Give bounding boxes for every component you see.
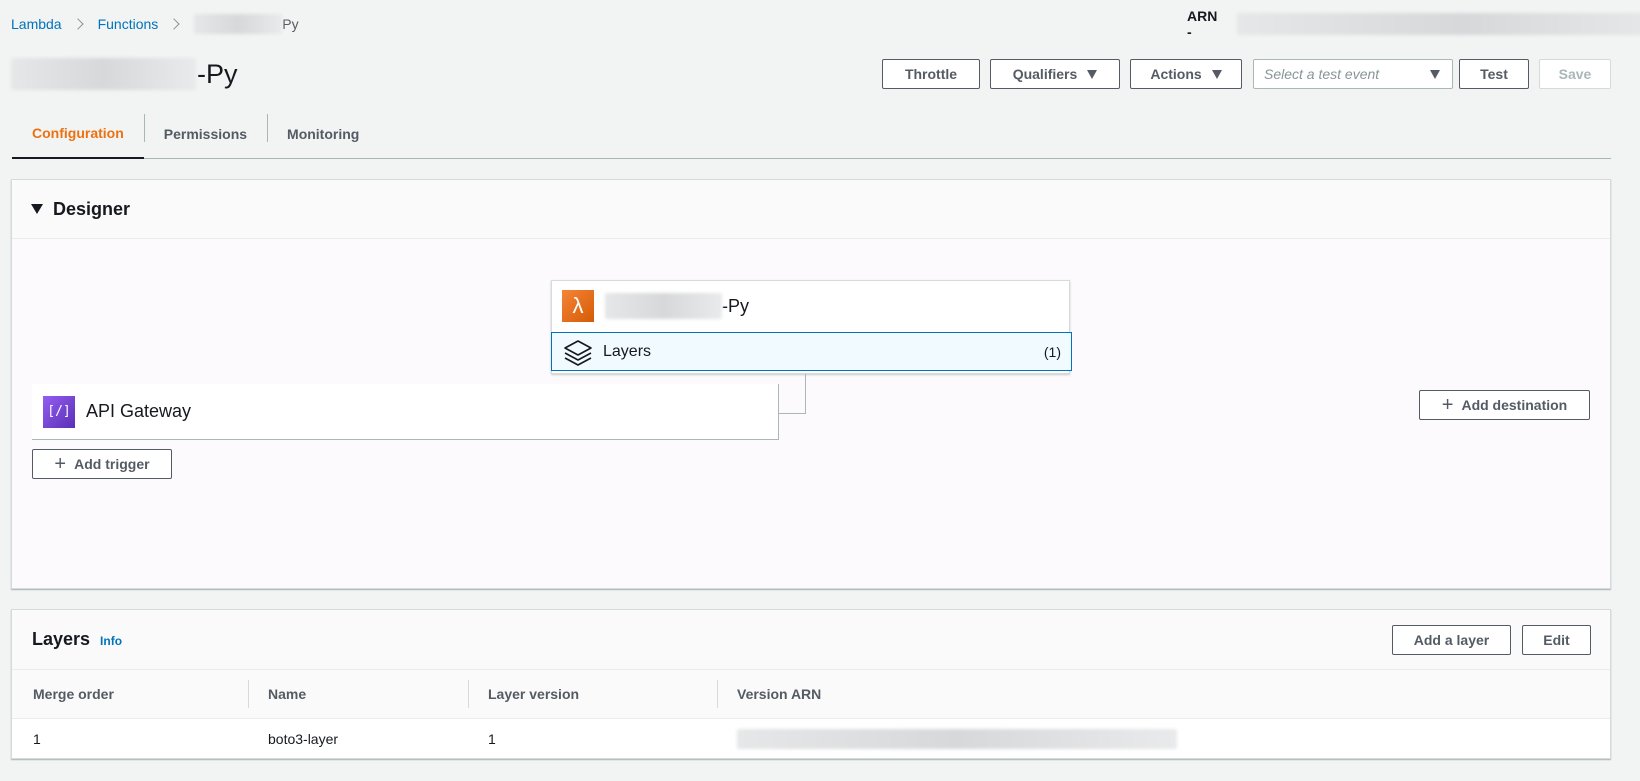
edit-button[interactable]: Edit — [1522, 625, 1591, 655]
test-event-placeholder: Select a test event — [1264, 66, 1380, 82]
qualifiers-label: Qualifiers — [1012, 66, 1078, 82]
test-event-select[interactable]: Select a test event — [1253, 59, 1453, 89]
tab-configuration[interactable]: Configuration — [12, 109, 144, 159]
connector-line — [777, 374, 806, 414]
column-name[interactable]: Name — [268, 670, 306, 718]
layers-panel-header: Layers Info Add a layer Edit — [12, 610, 1610, 670]
caret-down-icon — [1211, 69, 1222, 79]
chevron-right-icon — [71, 18, 84, 30]
function-node[interactable]: λ -Py — [552, 281, 1069, 331]
api-gateway-trigger[interactable]: [/] API Gateway — [32, 384, 779, 440]
breadcrumb-lambda[interactable]: Lambda — [11, 16, 62, 32]
layers-table-header: Merge order Name Layer version Version A… — [12, 670, 1610, 719]
redacted-arn — [1237, 13, 1640, 35]
add-trigger-label: Add trigger — [74, 456, 150, 472]
layers-node-count: (1) — [1043, 343, 1061, 360]
function-card[interactable]: λ -Py Layers (1) — [551, 280, 1072, 374]
redacted-function-name — [194, 14, 283, 34]
plus-icon: + — [1441, 394, 1454, 416]
column-divider — [248, 680, 249, 708]
actions-button[interactable]: Actions — [1130, 59, 1242, 89]
breadcrumb-functions[interactable]: Functions — [98, 16, 159, 32]
designer-header[interactable]: Designer — [12, 180, 1610, 239]
redacted-function-name — [605, 293, 722, 319]
redacted-title — [11, 58, 196, 90]
page-title: -Py — [11, 56, 238, 92]
api-gateway-icon: [/] — [43, 395, 75, 428]
caret-down-icon — [1087, 69, 1098, 79]
save-button[interactable]: Save — [1539, 59, 1611, 89]
page-title-suffix: -Py — [197, 58, 238, 89]
qualifiers-button[interactable]: Qualifiers — [990, 59, 1120, 89]
layers-node[interactable]: Layers (1) — [551, 332, 1072, 371]
test-button[interactable]: Test — [1459, 59, 1529, 89]
column-version-arn[interactable]: Version ARN — [737, 670, 821, 718]
tab-bar: Configuration Permissions Monitoring — [12, 109, 1611, 159]
redacted-version-arn — [737, 729, 1177, 749]
trigger-name: API Gateway — [86, 401, 192, 421]
designer-canvas: λ -Py Layers (1) [/] API Gateway + Add t… — [12, 239, 1610, 588]
add-destination-button[interactable]: + Add destination — [1419, 390, 1590, 420]
cell-version-arn — [737, 719, 1177, 759]
cell-layer-version: 1 — [488, 731, 496, 747]
chevron-right-icon — [168, 18, 180, 30]
throttle-button[interactable]: Throttle — [882, 59, 980, 89]
tab-monitoring[interactable]: Monitoring — [267, 109, 379, 159]
layers-panel: Layers Info Add a layer Edit Merge order… — [11, 609, 1611, 759]
actions-label: Actions — [1150, 66, 1202, 82]
designer-panel: Designer λ -Py Layers (1) [/] API Gatewa… — [11, 179, 1611, 589]
arn-label: ARN - — [1187, 8, 1218, 40]
add-trigger-button[interactable]: + Add trigger — [32, 449, 172, 479]
layers-panel-title: Layers — [32, 629, 91, 649]
add-layer-button[interactable]: Add a layer — [1392, 625, 1511, 655]
function-name-suffix: -Py — [722, 295, 749, 316]
layers-node-label: Layers — [603, 342, 652, 360]
caret-down-icon — [31, 204, 43, 214]
add-destination-label: Add destination — [1461, 397, 1568, 413]
cell-name: boto3-layer — [268, 731, 339, 747]
plus-icon: + — [54, 453, 67, 475]
column-layer-version[interactable]: Layer version — [488, 670, 579, 718]
caret-down-icon — [1430, 70, 1440, 79]
breadcrumb-current: Py — [282, 16, 299, 32]
info-link[interactable]: Info — [100, 634, 122, 648]
arn-display: ARN - — [1187, 8, 1640, 40]
lambda-icon: λ — [562, 290, 594, 322]
breadcrumb: Lambda Functions Py — [11, 14, 299, 34]
column-divider — [717, 680, 718, 708]
column-divider — [468, 680, 469, 708]
layers-icon — [564, 339, 592, 366]
designer-title: Designer — [53, 198, 131, 219]
column-merge-order[interactable]: Merge order — [33, 670, 114, 718]
table-row: 1 boto3-layer 1 — [12, 719, 1610, 759]
tab-permissions[interactable]: Permissions — [143, 109, 267, 159]
cell-merge-order: 1 — [33, 731, 41, 747]
